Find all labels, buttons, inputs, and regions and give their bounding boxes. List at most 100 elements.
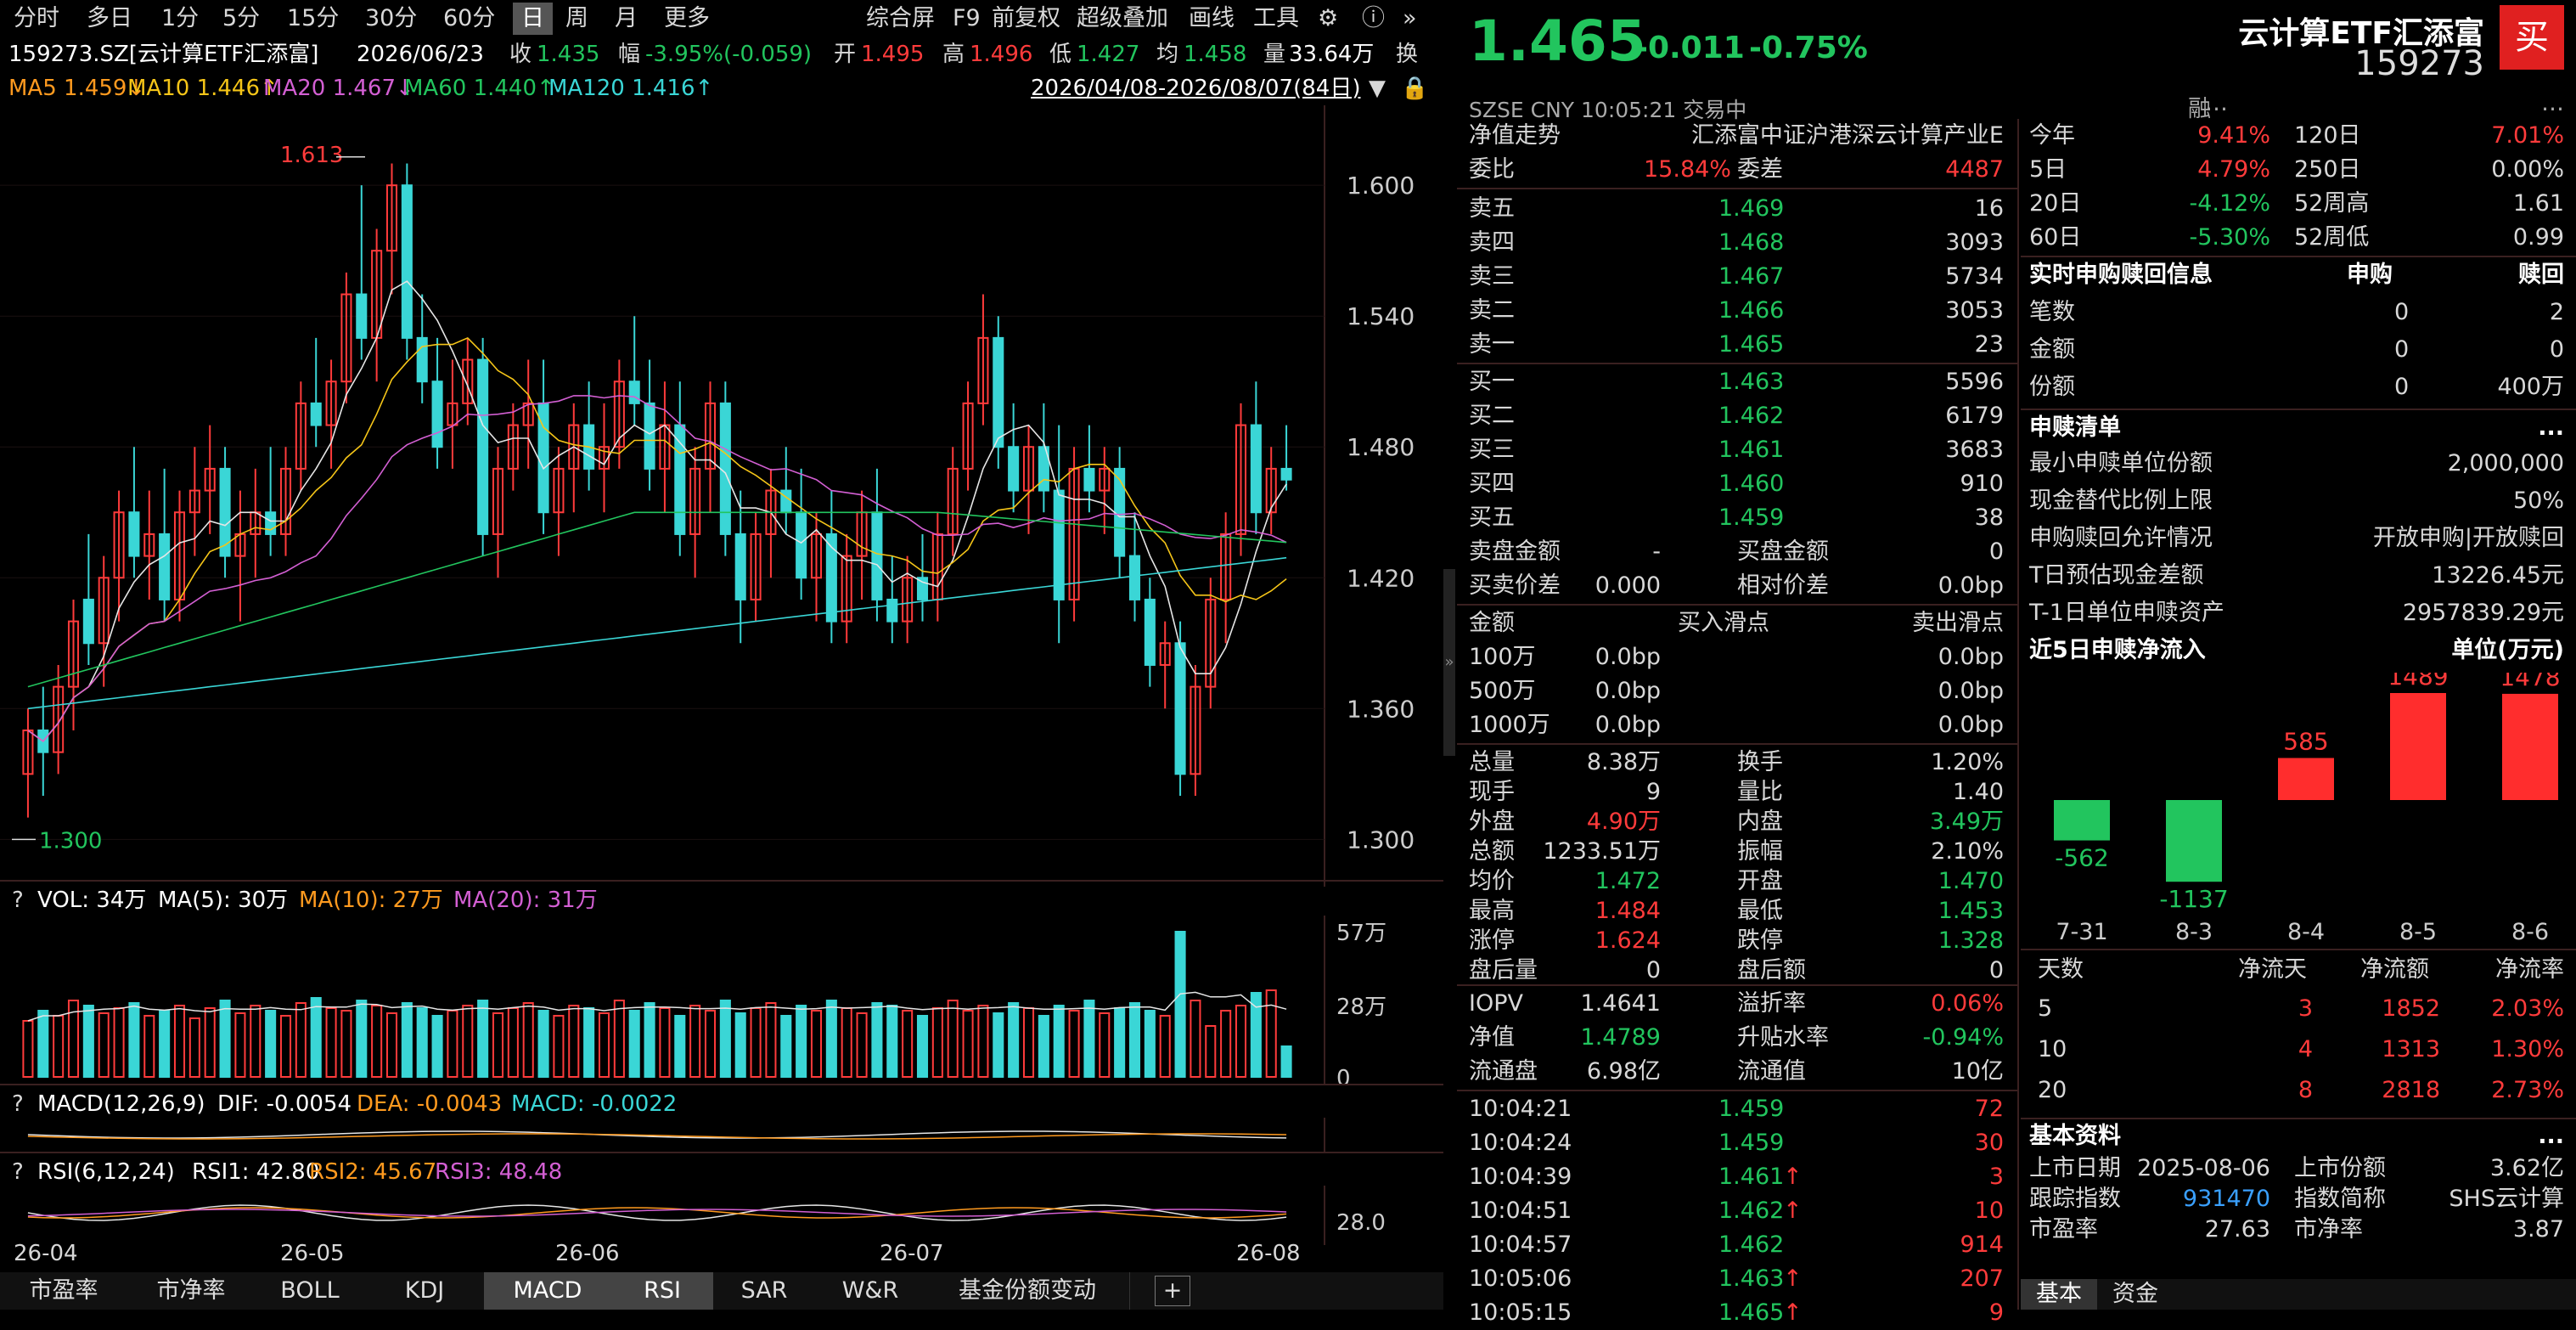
macd-legend: ? MACD(12,26,9) DIF: -0.0054 DEA: -0.004… xyxy=(0,1084,1443,1119)
add-tab-icon[interactable]: + xyxy=(1155,1276,1190,1306)
flow-value: 1489 xyxy=(2388,673,2448,690)
dropdown-icon[interactable]: ▼ xyxy=(1369,70,1386,107)
period-tab-8[interactable]: 周 xyxy=(565,0,588,37)
tick-vol: 9 xyxy=(1988,1299,2004,1326)
ask-price: 1.465 xyxy=(1718,331,1785,358)
buy-button[interactable]: 买 xyxy=(2500,5,2564,70)
candle-body xyxy=(265,511,277,535)
slip-buy: 0.0bp xyxy=(1595,712,1661,738)
volume-bar xyxy=(977,1005,989,1078)
volume-bar xyxy=(553,1015,565,1078)
volume-bar xyxy=(993,1012,1004,1078)
tool-zonghe[interactable]: 综合屏 xyxy=(866,0,935,37)
period-tab-5[interactable]: 30分 xyxy=(365,0,417,37)
tool-tools[interactable]: 工具 xyxy=(1253,0,1299,37)
perf-label-2: 52周高 xyxy=(2294,190,2370,217)
candle[interactable] xyxy=(477,337,489,556)
gear-icon[interactable]: ⚙ xyxy=(1318,0,1338,37)
high-value: 1.496 xyxy=(970,42,1033,67)
tab-wr[interactable]: W&R xyxy=(815,1272,926,1310)
volume-bar xyxy=(295,1002,307,1078)
panel-collapse-handle[interactable]: » xyxy=(1443,569,1455,756)
volume-bar xyxy=(750,1007,762,1078)
tab-boll[interactable]: BOLL xyxy=(255,1272,366,1310)
flow-header: 近5日申赎净流入 单位(万元) xyxy=(2021,634,2576,673)
tab-sar[interactable]: SAR xyxy=(713,1272,816,1310)
period-tab-0[interactable]: 分时 xyxy=(14,0,59,37)
stat-row: 均价 1.472 开盘 1.470 xyxy=(1457,865,2017,894)
tab-kdj[interactable]: KDJ xyxy=(365,1272,485,1310)
sub-label: 份额 xyxy=(2029,374,2075,400)
candle[interactable] xyxy=(719,381,731,556)
dots-icon[interactable]: … xyxy=(2541,90,2564,116)
vol-help-icon[interactable]: ? xyxy=(12,882,24,919)
stat-row: 现手 9 量比 1.40 xyxy=(1457,775,2017,805)
tool-overlay[interactable]: 超级叠加 xyxy=(1077,0,1168,37)
sub-list-label: 最小申赎单位份额 xyxy=(2029,450,2213,476)
date-range[interactable]: 2026/04/08-2026/08/07(84日) xyxy=(1031,70,1360,107)
flow-bar[interactable] xyxy=(2166,800,2222,882)
tab-funds[interactable]: 资金 xyxy=(2097,1279,2174,1310)
ask-vol: 3093 xyxy=(1945,229,2004,256)
tool-qianfuquan[interactable]: 前复权 xyxy=(992,0,1060,37)
basic-more[interactable]: ... xyxy=(2538,1119,2564,1153)
stat-label-2: 盘后额 xyxy=(1737,957,1806,983)
expand-icon[interactable]: » xyxy=(1403,0,1417,37)
macd-chart[interactable] xyxy=(0,1118,1443,1152)
volume-bar xyxy=(356,1000,368,1078)
bid-vol: 6179 xyxy=(1945,403,2004,429)
flow-bar[interactable] xyxy=(2054,800,2110,841)
flow-bar[interactable] xyxy=(2278,758,2334,800)
candle-body xyxy=(416,336,428,383)
period-tab-9[interactable]: 月 xyxy=(615,0,638,37)
stat-label: 外盘 xyxy=(1469,809,1515,835)
help-icon[interactable]: ⓘ xyxy=(1362,0,1385,37)
ask-price: 1.468 xyxy=(1718,229,1785,256)
indicator-tabs: 市盈率 市净率 BOLL KDJ MACD RSI SAR W&R 基金份额变动… xyxy=(0,1272,1443,1310)
period-tab-1[interactable]: 多日 xyxy=(87,0,132,37)
spread-value-2: 0.0bp xyxy=(1938,572,2004,599)
bid-price: 1.461 xyxy=(1718,437,1785,463)
divider xyxy=(1457,188,2017,189)
spread-value: 0.000 xyxy=(1595,572,1661,599)
more-icon[interactable]: … xyxy=(2205,90,2228,116)
candle[interactable] xyxy=(401,163,413,360)
period-tab-6[interactable]: 60分 xyxy=(443,0,495,37)
tab-pe[interactable]: 市盈率 xyxy=(0,1272,128,1310)
ft-n: 4 xyxy=(2298,1036,2313,1062)
candle-body xyxy=(993,336,1004,448)
tab-basic[interactable]: 基本 xyxy=(2021,1279,2097,1310)
sub-list-more[interactable]: ... xyxy=(2538,411,2564,445)
sub-list-value: 2957839.29元 xyxy=(2402,600,2564,626)
tab-rsi[interactable]: RSI xyxy=(611,1272,714,1310)
flow-bar[interactable] xyxy=(2390,693,2446,800)
tab-pb[interactable]: 市净率 xyxy=(127,1272,256,1310)
flow-bar[interactable] xyxy=(2502,693,2558,800)
volume-bar xyxy=(1022,1007,1035,1078)
flow-date: 8-5 xyxy=(2399,919,2437,945)
tool-draw[interactable]: 画线 xyxy=(1189,0,1235,37)
tab-fund-shares[interactable]: 基金份额变动 xyxy=(925,1272,1130,1310)
sub-value-b: 2 xyxy=(2549,299,2564,325)
tick-price: 1.459 xyxy=(1718,1130,1785,1156)
basic-value: 2025-08-06 xyxy=(2137,1155,2270,1181)
flow-table-row: 10 4 1313 1.30% xyxy=(2021,1033,2576,1074)
tool-f9[interactable]: F9 xyxy=(953,0,981,37)
period-tab-4[interactable]: 15分 xyxy=(287,0,339,37)
tab-macd[interactable]: MACD xyxy=(484,1272,612,1310)
ask-vol: 16 xyxy=(1974,195,2004,222)
nav-label[interactable]: 净值走势 xyxy=(1469,119,1561,153)
stat-value: 9 xyxy=(1645,779,1661,805)
sub-info-header: 实时申购赎回信息 申购 赎回 xyxy=(2021,258,2576,296)
bid-price: 1.460 xyxy=(1718,471,1785,497)
period-tab-2[interactable]: 1分 xyxy=(161,0,199,37)
period-tab-7[interactable]: 日 xyxy=(513,3,553,35)
candlestick-chart[interactable]: 1.600 1.540 1.480 1.420 1.360 1.300 1.613 1.300 xyxy=(0,105,1443,887)
change-value: -3.95%(-0.059) xyxy=(645,42,813,67)
lock-icon[interactable]: 🔒 xyxy=(1401,70,1428,107)
period-tab-10[interactable]: 更多 xyxy=(664,0,710,37)
period-tab-3[interactable]: 5分 xyxy=(222,0,260,37)
spread-value: - xyxy=(1652,538,1661,565)
volume-chart[interactable]: 0 28万 57万 xyxy=(0,916,1443,1085)
price-axis-label: 1.540 xyxy=(1347,302,1415,330)
